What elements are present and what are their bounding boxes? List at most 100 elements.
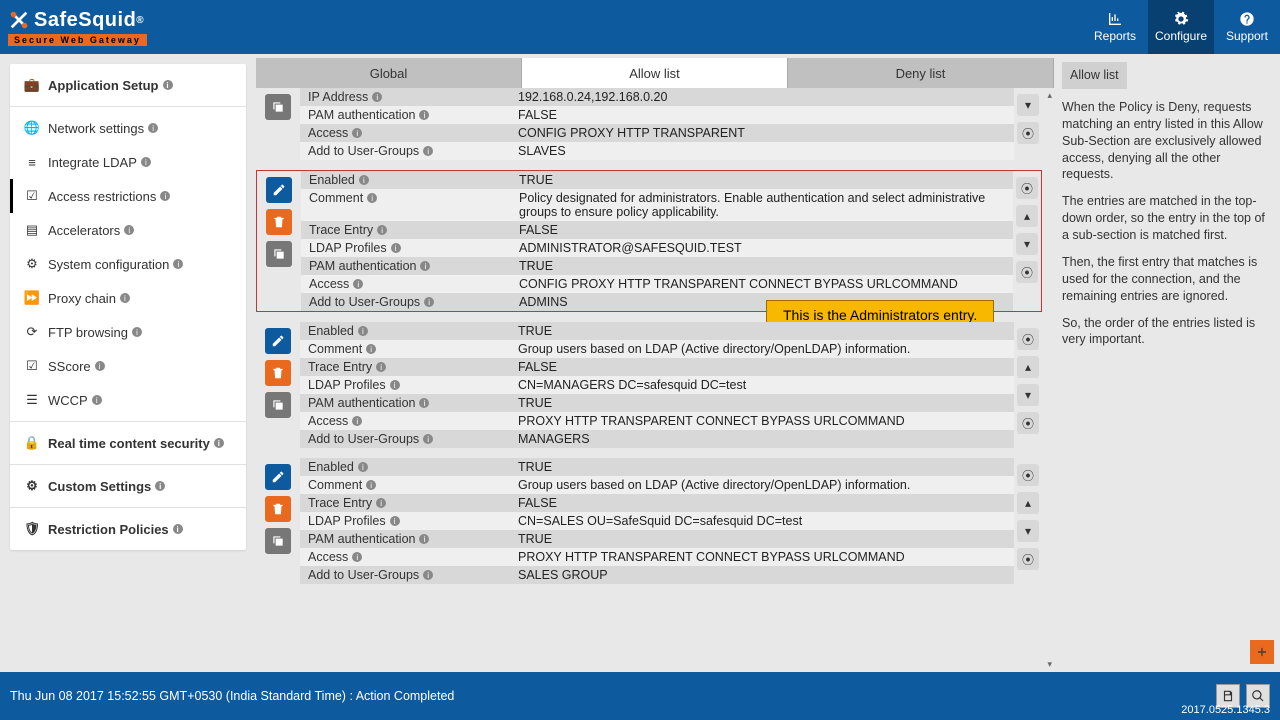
field-value: TRUE [510,322,1014,340]
field-value: SALES GROUP [510,566,1014,584]
info-icon: i [214,438,224,448]
entry-block: IP Address i192.168.0.24,192.168.0.20PAM… [256,88,1042,160]
info-icon: i [366,344,376,354]
entry-row: Enabled iTRUE [300,458,1014,476]
edit-button[interactable] [265,464,291,490]
delete-button[interactable] [265,496,291,522]
entry-row: PAM authentication iTRUE [300,530,1014,548]
field-label: Enabled i [300,458,510,476]
info-icon: i [120,293,130,303]
field-value: FALSE [510,494,1014,512]
details-button[interactable]: ⦿ [1017,464,1039,486]
sidebar-item-ftp[interactable]: ⟳FTP browsingi [10,315,246,349]
edit-button[interactable] [266,177,292,203]
clone-button[interactable] [265,528,291,554]
info-icon: i [419,534,429,544]
sidebar-item-label: System configuration [48,257,169,272]
entry-row: Access iPROXY HTTP TRANSPARENT CONNECT B… [300,412,1014,430]
entry-row: Comment iGroup users based on LDAP (Acti… [300,340,1014,358]
scroll-up-icon[interactable]: ▴ [1047,90,1052,101]
info-icon: i [423,434,433,444]
details-button[interactable]: ⦿ [1016,177,1038,199]
scroll-down-icon[interactable]: ▾ [1047,659,1052,670]
sidebar-item-sscore[interactable]: ☑SScorei [10,349,246,383]
details-button[interactable]: ⦿ [1017,328,1039,350]
info-icon: i [390,380,400,390]
move-up-button[interactable]: ▴ [1016,205,1038,227]
help-text: So, the order of the entries listed is v… [1062,315,1272,349]
field-label: Enabled i [300,322,510,340]
sidebar-custom-label: Custom Settings [48,479,151,494]
sidebar-item-ldap[interactable]: ≡Integrate LDAPi [10,145,246,179]
field-value: TRUE [511,257,1013,275]
sidebar-item-proxy[interactable]: ⏩Proxy chaini [10,281,246,315]
details-button[interactable]: ⦿ [1017,412,1039,434]
info-icon: i [163,80,173,90]
field-label: Add to User-Groups i [300,566,510,584]
info-icon: i [92,395,102,405]
sidebar-item-sysconfig[interactable]: ⚙System configurationi [10,247,246,281]
brand-reg: ® [136,15,144,26]
help-text: The entries are matched in the top-down … [1062,193,1272,244]
entry-row: Trace Entry iFALSE [300,494,1014,512]
brand-name: SafeSquid [34,9,136,32]
version-text: 2017.0525.1345.3 [1181,704,1270,716]
field-label: PAM authentication i [300,394,510,412]
delete-button[interactable] [265,360,291,386]
details-button[interactable]: ⦿ [1016,261,1038,283]
nav-support[interactable]: Support [1214,0,1280,54]
nav-support-label: Support [1226,29,1268,43]
entry-row: Trace Entry iFALSE [301,221,1013,239]
move-up-button[interactable]: ▴ [1017,356,1039,378]
help-panel: Allow list When the Policy is Deny, requ… [1054,54,1276,672]
add-entry-button[interactable] [1250,640,1274,664]
sidebar-item-access[interactable]: ☑Access restrictionsi [10,179,246,213]
sidebar-item-label: FTP browsing [48,325,128,340]
collapse-button[interactable]: ▾ [1016,233,1038,255]
clone-button[interactable] [265,94,291,120]
sidebar-item-wccp[interactable]: ☰WCCPi [10,383,246,417]
field-value: FALSE [510,106,1014,124]
stack-icon: ▤ [24,222,40,238]
sidebar-app-setup[interactable]: 💼 Application Setup i [10,68,246,102]
entry-block: Enabled iTRUEComment iGroup users based … [256,322,1042,448]
edit-button[interactable] [265,328,291,354]
tab-deny[interactable]: Deny list [788,58,1054,88]
info-icon: i [95,361,105,371]
details-button[interactable]: ⦿ [1017,548,1039,570]
info-icon: i [173,259,183,269]
entry-block: Enabled iTRUEComment iPolicy designated … [256,170,1042,312]
tab-allow[interactable]: Allow list [522,58,788,88]
chart-icon [1107,11,1123,27]
list-icon: ☰ [24,392,40,408]
collapse-button[interactable]: ▾ [1017,384,1039,406]
entry-block: Enabled iTRUEComment iGroup users based … [256,458,1042,584]
info-icon: i [391,243,401,253]
field-label: Trace Entry i [301,221,511,239]
field-label: PAM authentication i [300,530,510,548]
sidebar-restriction[interactable]: 🛡Restriction Policiesi [10,512,246,546]
sidebar-item-accel[interactable]: ▤Acceleratorsi [10,213,246,247]
field-label: Access i [301,275,511,293]
briefcase-icon: 💼 [24,77,40,93]
nav-reports[interactable]: Reports [1082,0,1148,54]
entry-row: Comment iGroup users based on LDAP (Acti… [300,476,1014,494]
field-value: CN=SALES OU=SafeSquid DC=safesquid DC=te… [510,512,1014,530]
info-icon: i [419,398,429,408]
info-icon: i [390,516,400,526]
tab-global[interactable]: Global [256,58,522,88]
forward-icon: ⏩ [24,290,40,306]
sidebar-item-network[interactable]: 🌐Network settingsi [10,111,246,145]
move-up-button[interactable]: ▴ [1017,492,1039,514]
sidebar-realtime[interactable]: 🔒Real time content securityi [10,426,246,460]
delete-button[interactable] [266,209,292,235]
info-icon: i [419,110,429,120]
sidebar-custom[interactable]: ⚙Custom Settingsi [10,469,246,503]
clone-button[interactable] [265,392,291,418]
entry-actions [256,88,300,160]
collapse-button[interactable]: ▾ [1017,94,1039,116]
details-button[interactable]: ⦿ [1017,122,1039,144]
collapse-button[interactable]: ▾ [1017,520,1039,542]
clone-button[interactable] [266,241,292,267]
nav-configure[interactable]: Configure [1148,0,1214,54]
